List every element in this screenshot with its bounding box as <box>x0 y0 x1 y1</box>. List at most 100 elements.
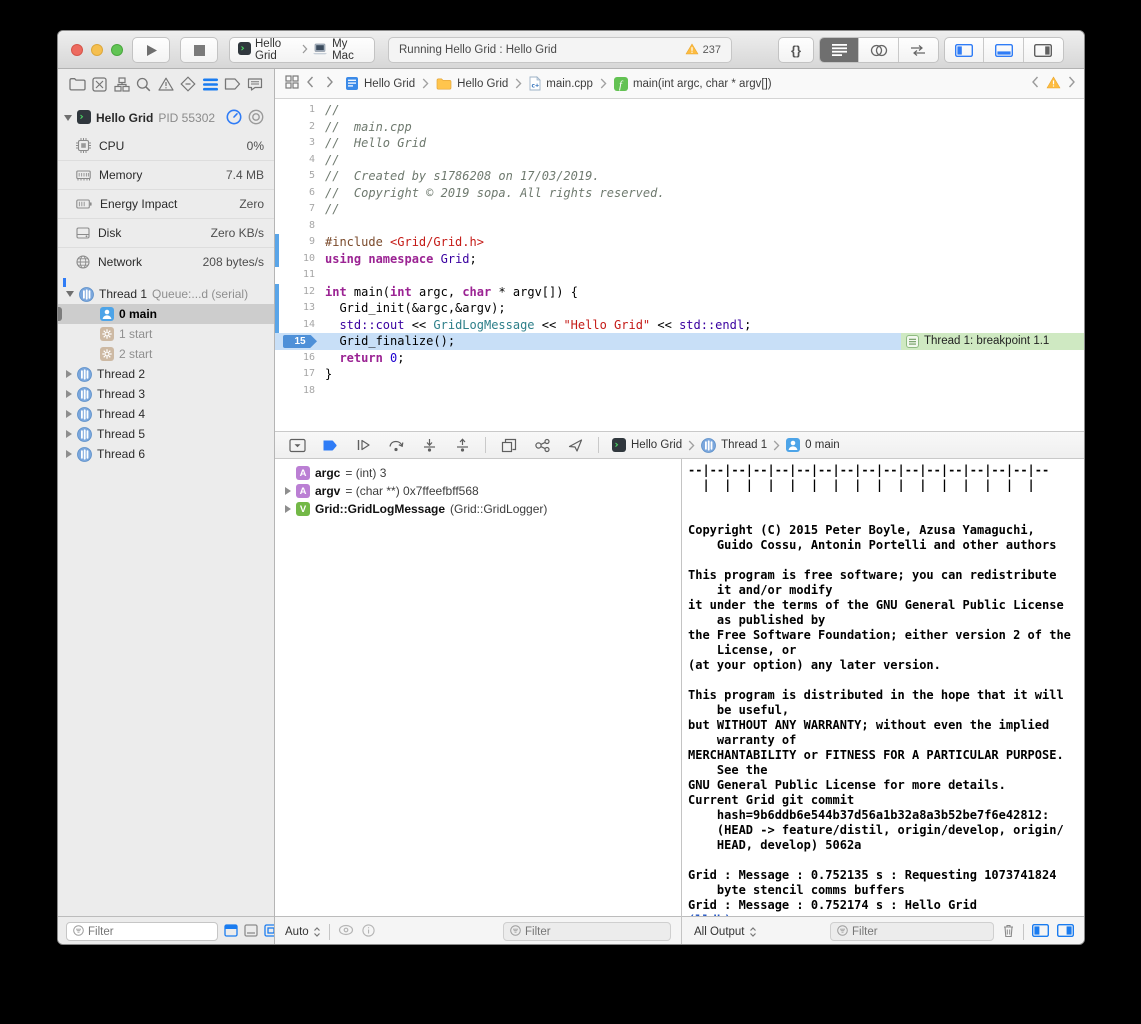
tab-breakpoint-navigator-icon[interactable] <box>223 74 243 94</box>
console-output-popup[interactable]: All Output <box>694 926 757 938</box>
gauge-row[interactable]: CPU0% <box>58 131 274 160</box>
go-back-icon[interactable] <box>306 76 314 91</box>
tab-project-navigator-icon[interactable] <box>67 74 87 94</box>
library-button[interactable]: {} <box>778 37 814 63</box>
stack-frame-row[interactable]: 2 start <box>58 344 274 364</box>
line-number[interactable]: 2 <box>275 119 315 136</box>
run-button[interactable] <box>132 37 170 63</box>
console-output[interactable]: --|--|--|--|--|--|--|--|--|--|--|--|--|-… <box>682 459 1085 916</box>
jumpbar-crumb[interactable]: fmain(int argc, char * argv[]) <box>614 77 772 91</box>
thread-row[interactable]: Thread 1Queue:...d (serial) <box>58 284 274 304</box>
zoom-window-button[interactable] <box>111 44 123 56</box>
toggle-debug-area-button[interactable] <box>984 38 1023 62</box>
toggle-console-view-icon[interactable] <box>1057 924 1074 940</box>
scheme-selector[interactable]: Hello Grid My Mac <box>229 37 375 63</box>
code-line[interactable]: 18 <box>275 383 1085 400</box>
titlebar[interactable]: Hello Grid My Mac Running Hello Grid : H… <box>58 31 1084 69</box>
process-row[interactable]: Hello Grid PID 55302 <box>58 105 274 131</box>
variables-view[interactable]: Aargc= (int) 3Aargv= (char **) 0x7ffeefb… <box>275 459 681 916</box>
related-items-icon[interactable] <box>285 75 299 92</box>
code-line[interactable]: 4// <box>275 152 1085 169</box>
code-line[interactable]: 13 Grid_init(&argc,&argv); <box>275 300 1085 317</box>
code-line[interactable]: 17} <box>275 366 1085 383</box>
line-number[interactable]: 13 <box>275 300 315 317</box>
line-number[interactable]: 10 <box>275 251 315 268</box>
variables-scope-popup[interactable]: Auto <box>285 926 321 938</box>
clear-console-icon[interactable] <box>1002 923 1015 941</box>
issue-warning-icon[interactable] <box>1046 76 1061 92</box>
breakpoints-toggle-icon[interactable] <box>320 435 340 455</box>
previous-issue-icon[interactable] <box>1031 76 1039 91</box>
line-number[interactable]: 3 <box>275 135 315 152</box>
code-line[interactable]: Thread 1: breakpoint 1.115 Grid_finalize… <box>275 333 1085 350</box>
navigator-filter-input[interactable] <box>88 926 211 938</box>
debug-view-hierarchy-icon[interactable] <box>499 435 519 455</box>
tab-symbol-navigator-icon[interactable] <box>112 74 132 94</box>
disclosure-triangle-icon[interactable] <box>66 291 74 297</box>
tab-find-navigator-icon[interactable] <box>134 74 154 94</box>
line-number[interactable]: 8 <box>275 218 315 235</box>
line-number[interactable]: 16 <box>275 350 315 367</box>
info-icon[interactable] <box>362 924 375 940</box>
jumpbar-crumb[interactable]: c+main.cpp <box>529 76 593 91</box>
code-line[interactable]: 6// Copyright © 2019 sopa. All rights re… <box>275 185 1085 202</box>
line-number[interactable]: 9 <box>275 234 315 251</box>
gauge-row[interactable]: DiskZero KB/s <box>58 218 274 247</box>
disclosure-triangle-icon[interactable] <box>64 115 72 121</box>
code-line[interactable]: 11 <box>275 267 1085 284</box>
line-number[interactable]: 14 <box>275 317 315 334</box>
quick-look-icon[interactable] <box>338 924 354 939</box>
code-line[interactable]: 5// Created by s1786208 on 17/03/2019. <box>275 168 1085 185</box>
line-number[interactable]: 12 <box>275 284 315 301</box>
toggle-variables-view-icon[interactable] <box>1032 924 1049 940</box>
thread-row[interactable]: Thread 3 <box>58 384 274 404</box>
code-line[interactable]: 16 return 0; <box>275 350 1085 367</box>
disclosure-triangle-icon[interactable] <box>285 487 291 495</box>
tab-report-navigator-icon[interactable] <box>245 74 265 94</box>
minimize-window-button[interactable] <box>91 44 103 56</box>
variables-filter-input[interactable] <box>525 926 664 938</box>
source-editor[interactable]: 1//2// main.cpp3// Hello Grid4//5// Crea… <box>275 99 1085 431</box>
gauge-row[interactable]: Energy ImpactZero <box>58 189 274 218</box>
disclosure-triangle-icon[interactable] <box>66 390 72 398</box>
line-number[interactable]: 17 <box>275 366 315 383</box>
code-line[interactable]: 3// Hello Grid <box>275 135 1085 152</box>
gauge-view-icon[interactable] <box>226 109 242 128</box>
thread-row[interactable]: Thread 4 <box>58 404 274 424</box>
standard-editor-button[interactable] <box>820 38 859 62</box>
step-into-icon[interactable] <box>419 435 439 455</box>
simulate-location-icon[interactable] <box>565 435 585 455</box>
code-line[interactable]: 10using namespace Grid; <box>275 251 1085 268</box>
breakpoint-annotation[interactable]: Thread 1: breakpoint 1.1 <box>901 333 1085 350</box>
thread-row[interactable]: Thread 6 <box>58 444 274 464</box>
disclosure-triangle-icon[interactable] <box>66 430 72 438</box>
stop-button[interactable] <box>180 37 218 63</box>
disclosure-triangle-icon[interactable] <box>66 450 72 458</box>
jumpbar-crumb[interactable]: Hello Grid <box>436 77 508 90</box>
tab-test-navigator-icon[interactable] <box>178 74 198 94</box>
thread-row[interactable]: Thread 5 <box>58 424 274 444</box>
line-number[interactable]: 18 <box>275 383 315 400</box>
filter-flagged-icon[interactable] <box>244 924 258 940</box>
close-window-button[interactable] <box>71 44 83 56</box>
navigator-filter-field[interactable] <box>66 922 218 941</box>
code-line[interactable]: 7// <box>275 201 1085 218</box>
stack-frame-row[interactable]: 0 main <box>58 304 274 324</box>
line-number[interactable]: 7 <box>275 201 315 218</box>
tab-issue-navigator-icon[interactable] <box>156 74 176 94</box>
disclosure-triangle-icon[interactable] <box>66 370 72 378</box>
gauge-row[interactable]: Memory7.4 MB <box>58 160 274 189</box>
disclosure-triangle-icon[interactable] <box>285 505 291 513</box>
breakpoint-badge[interactable]: 15 <box>283 335 317 349</box>
version-editor-button[interactable] <box>899 38 938 62</box>
go-forward-icon[interactable] <box>326 76 334 91</box>
debugbar-crumb[interactable]: 0 main <box>786 438 840 452</box>
line-number[interactable]: 5 <box>275 168 315 185</box>
line-number[interactable]: 6 <box>275 185 315 202</box>
warning-count-badge[interactable]: 237 <box>685 43 721 58</box>
code-line[interactable]: 1// <box>275 102 1085 119</box>
variable-row[interactable]: Aargv= (char **) 0x7ffeefbff568 <box>275 482 681 500</box>
tab-debug-navigator-icon[interactable] <box>201 74 221 94</box>
code-line[interactable]: 9#include <Grid/Grid.h> <box>275 234 1085 251</box>
gauge-row[interactable]: Network208 bytes/s <box>58 247 274 276</box>
